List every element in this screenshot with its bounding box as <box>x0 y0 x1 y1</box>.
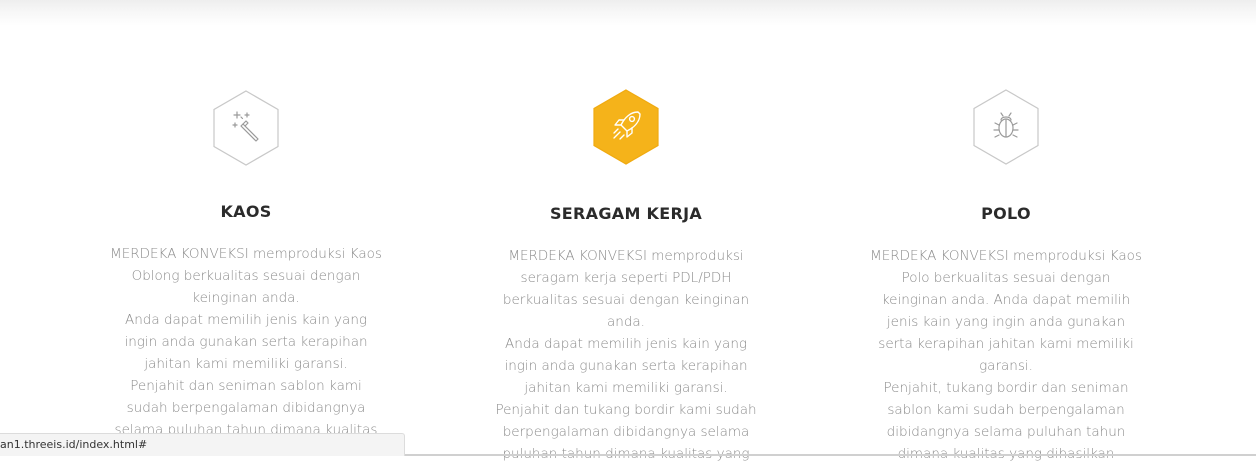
description-line: ingin anda gunakan serta kerapihan <box>504 358 748 374</box>
service-title: SERAGAM KERJA <box>549 204 703 223</box>
description-line: keinginan anda. <box>192 290 300 306</box>
description-line: berpengalaman dibidangnya selama <box>502 424 750 440</box>
description-line: MERDEKA KONVEKSI memproduksi Kaos <box>110 246 382 262</box>
service-description: MERDEKA KONVEKSI memproduksi Kaos Oblong… <box>98 243 394 441</box>
description-line: dibidangnya selama puluhan tahun <box>886 424 1126 440</box>
description-line: Anda dapat memilih jenis kain yang <box>505 336 747 352</box>
browser-status-bar: an1.threeis.id/index.html# <box>0 433 405 456</box>
description-line: MERDEKA KONVEKSI memproduksi <box>508 248 744 264</box>
service-description: MERDEKA KONVEKSI memproduksi Kaos Polo b… <box>858 245 1154 465</box>
magic-wand-icon <box>232 111 259 142</box>
service-card-seragam-kerja: SERAGAM KERJA MERDEKA KONVEKSI memproduk… <box>478 0 774 462</box>
description-line: anda. <box>607 314 645 330</box>
service-title: KAOS <box>220 202 272 221</box>
status-url: an1.threeis.id/index.html# <box>0 438 148 451</box>
description-line: seragam kerja seperti PDL/PDH <box>520 270 732 286</box>
hex-icon-badge <box>213 90 279 166</box>
description-line: Penjahit dan tukang bordir kami sudah <box>495 402 757 418</box>
bug-icon <box>993 112 1019 138</box>
description-line: jahitan kami memiliki garansi. <box>144 356 348 372</box>
description-line: Polo berkualitas sesuai dengan <box>901 270 1111 286</box>
description-line: jenis kain yang ingin anda gunakan <box>886 314 1126 330</box>
description-line: Oblong berkualitas sesuai dengan <box>131 268 361 284</box>
hex-icon-badge <box>973 89 1039 165</box>
description-line: sablon kami sudah berpengalaman <box>887 402 1125 418</box>
description-line: keinginan anda. Anda dapat memilih <box>881 292 1131 308</box>
description-line: Anda dapat memilih jenis kain yang <box>125 312 367 328</box>
service-card-polo: POLO MERDEKA KONVEKSI memproduksi Kaos P… <box>858 0 1154 462</box>
description-line: sudah berpengalaman dibidangnya <box>126 400 366 416</box>
description-line: MERDEKA KONVEKSI memproduksi Kaos <box>870 248 1142 264</box>
description-line: Penjahit, tukang bordir dan seniman <box>883 380 1129 396</box>
service-title: POLO <box>981 204 1031 223</box>
description-line: ingin anda gunakan serta kerapihan <box>124 334 368 350</box>
service-description: MERDEKA KONVEKSI memproduksi seragam ker… <box>478 245 774 465</box>
description-line: serta kerapihan jahitan kami memiliki <box>878 336 1134 352</box>
rocket-icon <box>613 111 641 140</box>
description-line: Penjahit dan seniman sablon kami <box>130 378 362 394</box>
hex-icon-badge <box>593 89 659 165</box>
description-line: garansi. <box>979 358 1033 374</box>
description-line: berkualitas sesuai dengan keinginan <box>502 292 750 308</box>
description-line: jahitan kami memiliki garansi. <box>524 380 728 396</box>
service-card-kaos: KAOS MERDEKA KONVEKSI memproduksi Kaos O… <box>98 0 394 456</box>
